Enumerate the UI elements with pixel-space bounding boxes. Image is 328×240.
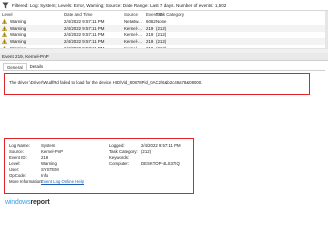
col-header-event-id[interactable]: Event ID xyxy=(146,12,163,17)
col-header-source[interactable]: Source xyxy=(124,12,146,17)
row-level: Warning xyxy=(10,25,27,31)
more-info-label: More Information: xyxy=(9,179,43,184)
details-tabs: General Details xyxy=(3,63,46,70)
row-level: Warning xyxy=(10,32,27,38)
row-event-id: 219 xyxy=(146,39,154,45)
task-category-value: (212) xyxy=(141,149,152,154)
grid-header: Level Date and Time Source Event ID Task… xyxy=(0,11,328,18)
table-row[interactable]: Warning 2/4/2022 9:57:11 PM Kernel-... 2… xyxy=(0,24,328,32)
event-log-help-link[interactable]: Event Log Online Help xyxy=(41,179,84,184)
row-event-id: 219 xyxy=(146,32,154,38)
row-source: Kernel-... xyxy=(124,39,142,45)
properties-left-column: Log Name: System Source: Kernel-PnP Event … xyxy=(9,143,84,185)
events-grid: Level Date and Time Source Event ID Task… xyxy=(0,11,328,52)
row-date: 2/4/2022 9:57:11 PM xyxy=(64,32,105,38)
logo-part-report: report xyxy=(30,198,50,206)
row-date: 2/4/2022 9:57:11 PM xyxy=(64,39,105,45)
table-row[interactable]: Warning 2/4/2022 9:57:11 PM Kernel-... 2… xyxy=(0,32,328,39)
row-source: Kernel-... xyxy=(124,32,142,38)
source-value: Kernel-PnP xyxy=(41,149,63,154)
filter-icon xyxy=(2,2,9,8)
row-level: Warning xyxy=(10,39,27,45)
event-id-value: 219 xyxy=(41,155,49,160)
table-row[interactable]: Warning 2/4/2022 9:57:11 PM Kernel-... 2… xyxy=(0,38,328,46)
col-header-task-category[interactable]: Task Category xyxy=(156,12,186,17)
event-properties: Log Name: System Source: Kernel-PnP Event … xyxy=(4,138,194,194)
tab-details[interactable]: Details xyxy=(27,63,46,70)
row-date: 2/4/2022 9:57:11 PM xyxy=(64,18,105,24)
filter-summary: Filtered: Log: System; Levels: Error, Wa… xyxy=(12,2,227,8)
col-header-level[interactable]: Level xyxy=(0,12,64,17)
level-value: Warning xyxy=(41,161,57,166)
logged-value: 2/4/2022 9:57:11 PM xyxy=(141,143,181,148)
log-name-value: System xyxy=(41,143,56,148)
row-level: Warning xyxy=(10,18,27,24)
row-task: (212) xyxy=(156,32,167,38)
row-source: Netwtw... xyxy=(124,18,142,24)
computer-value: DESKTOP-4LS37IQ xyxy=(141,161,180,166)
user-value: SYSTEM xyxy=(41,167,59,172)
event-message-box: The driver \Driver\WudfRd failed to load… xyxy=(4,73,310,95)
row-task: (212) xyxy=(156,39,167,45)
row-task: (212) xyxy=(156,25,167,31)
warning-icon xyxy=(2,32,7,38)
row-event-id: 6062 xyxy=(146,18,156,24)
computer-label: Computer: xyxy=(109,161,130,166)
tab-divider xyxy=(3,70,325,71)
table-row[interactable]: Warning 2/4/2022 9:57:11 PM Netwtw... 60… xyxy=(0,18,328,25)
filter-bar: Filtered: Log: System; Levels: Error, Wa… xyxy=(0,0,328,11)
properties-right-column: Logged: 2/4/2022 9:57:11 PM Task Category… xyxy=(109,143,181,167)
event-details-header: Event 219, Kernel-PnP xyxy=(0,53,328,61)
logo-part-windows: windows xyxy=(5,198,31,206)
event-title: Event 219, Kernel-PnP xyxy=(2,54,49,59)
opcode-value: Info xyxy=(41,173,49,178)
row-event-id: 219 xyxy=(146,25,154,31)
windowsreport-logo: windows report xyxy=(5,196,50,208)
row-task: None xyxy=(156,18,167,24)
row-date: 2/4/2022 9:57:11 PM xyxy=(64,25,105,31)
tab-general[interactable]: General xyxy=(3,63,27,70)
warning-icon xyxy=(2,39,7,45)
row-source: Kernel-... xyxy=(124,25,142,31)
event-message: The driver \Driver\WudfRd failed to load… xyxy=(9,80,203,85)
warning-icon xyxy=(2,25,7,31)
warning-icon xyxy=(2,18,7,24)
col-header-date[interactable]: Date and Time xyxy=(64,12,124,17)
